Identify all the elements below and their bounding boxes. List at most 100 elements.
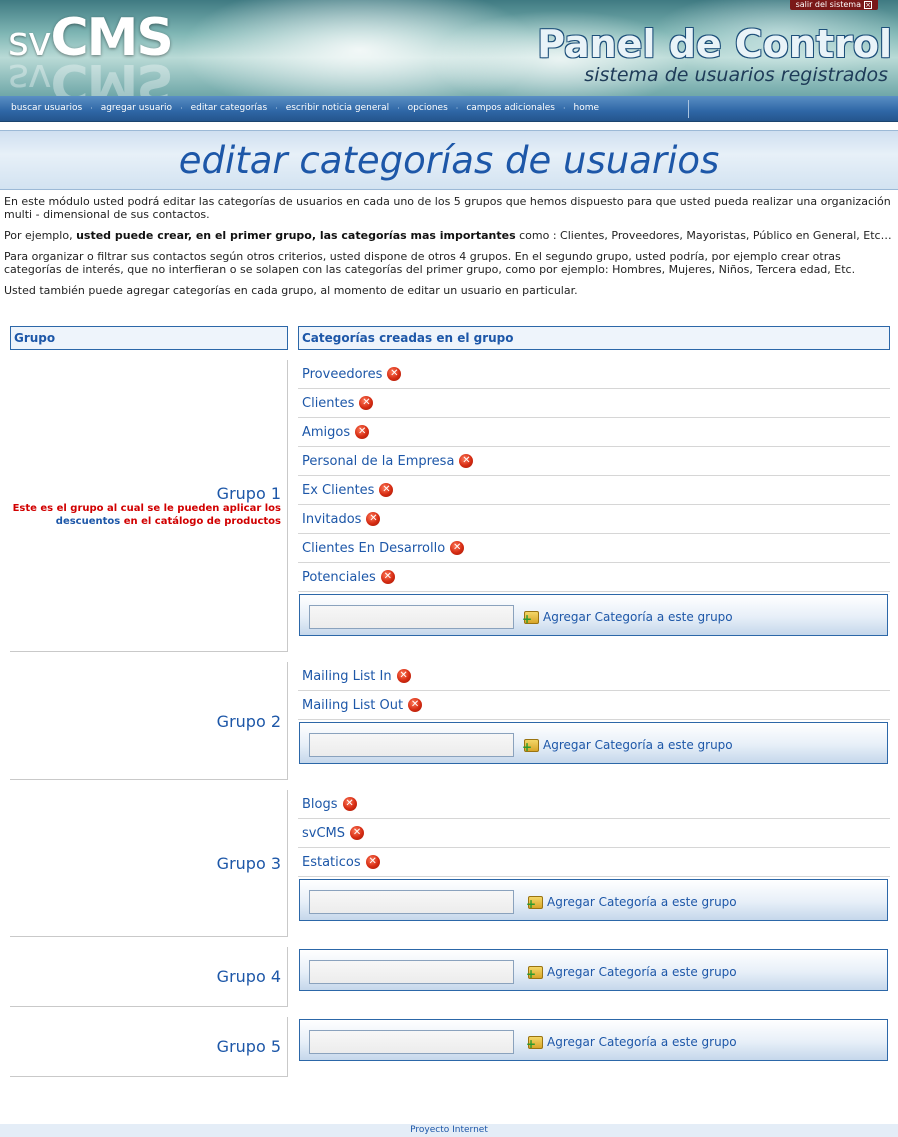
new-category-input[interactable] [309, 605, 514, 629]
group-note-text: en el catálogo de productos [120, 516, 281, 527]
delete-icon[interactable]: ✕ [366, 512, 381, 526]
new-category-input[interactable] [309, 960, 514, 984]
nav-item-agregar-usuario[interactable]: agregar usuario [101, 103, 172, 113]
add-category-box: Agregar Categoría a este grupo [299, 594, 888, 636]
category-row: Ex Clientes ✕ [298, 476, 890, 505]
category-name[interactable]: Potenciales [302, 570, 376, 585]
header: svCMS svCMS salir del sistema × Panel de … [0, 0, 898, 96]
category-name[interactable]: Estaticos [302, 855, 361, 870]
add-folder-icon [522, 738, 539, 753]
group-cell: Grupo 2 [10, 662, 288, 780]
delete-icon[interactable]: ✕ [396, 669, 411, 683]
close-icon: × [864, 1, 872, 9]
category-name[interactable]: Clientes [302, 396, 354, 411]
category-row: Clientes En Desarrollo ✕ [298, 534, 890, 563]
category-row: Amigos ✕ [298, 418, 890, 447]
category-name[interactable]: Mailing List In [302, 669, 392, 684]
category-row: Mailing List In ✕ [298, 662, 890, 691]
delete-icon[interactable]: ✕ [408, 698, 423, 712]
nav-separator: · [455, 103, 459, 113]
logout-button[interactable]: salir del sistema × [789, 0, 878, 10]
intro-paragraph: Usted también puede agregar categorías e… [4, 284, 578, 297]
delete-icon[interactable]: ✕ [342, 797, 357, 811]
category-name[interactable]: Amigos [302, 425, 350, 440]
intro-text-span: Por ejemplo, [4, 229, 77, 242]
category-name[interactable]: Clientes En Desarrollo [302, 541, 445, 556]
category-name[interactable]: Invitados [302, 512, 361, 527]
nav-separator: · [275, 103, 278, 113]
intro-paragraph: Para organizar o filtrar sus contactos s… [4, 250, 856, 276]
logout-label: salir del sistema [795, 0, 861, 9]
delete-icon[interactable]: ✕ [379, 483, 394, 497]
add-category-button[interactable]: Agregar Categoría a este grupo [526, 893, 737, 911]
panel-title: Panel de Control [537, 22, 892, 66]
nav-item-campos-adicionales[interactable]: campos adicionales [466, 103, 555, 113]
group-note: Este es el grupo al cual se le pueden ap… [5, 502, 281, 528]
nav-item-buscar-usuarios[interactable]: buscar usuarios [11, 103, 82, 113]
add-category-button[interactable]: Agregar Categoría a este grupo [526, 1033, 737, 1051]
nav-item-escribir-noticia[interactable]: escribir noticia general [286, 103, 389, 113]
category-name[interactable]: Proveedores [302, 367, 382, 382]
column-header-grupo: Grupo [10, 326, 288, 350]
add-category-label: Agregar Categoría a este grupo [543, 738, 733, 752]
nav-item-opciones[interactable]: opciones [408, 103, 448, 113]
panel-subtitle: sistema de usuarios registrados [584, 64, 888, 86]
nav-divider [688, 100, 689, 118]
category-row: Potenciales ✕ [298, 563, 890, 592]
add-category-label: Agregar Categoría a este grupo [547, 965, 737, 979]
delete-icon[interactable]: ✕ [380, 570, 395, 584]
group-name: Grupo 5 [216, 1037, 281, 1056]
delete-icon[interactable]: ✕ [450, 541, 465, 555]
group-cell: Grupo 3 [10, 790, 288, 937]
category-row: svCMS ✕ [298, 819, 890, 848]
category-name[interactable]: Personal de la Empresa [302, 454, 454, 469]
new-category-input[interactable] [309, 1030, 514, 1054]
category-name[interactable]: Blogs [302, 797, 338, 812]
intro-text: En este módulo usted podrá editar las ca… [4, 195, 896, 305]
nav-item-home[interactable]: home [574, 103, 600, 113]
add-category-label: Agregar Categoría a este grupo [543, 610, 733, 624]
add-folder-icon [526, 895, 543, 910]
intro-text-span: como : Clientes, Proveedores, Mayoristas… [515, 229, 892, 242]
category-row: Invitados ✕ [298, 505, 890, 534]
category-name[interactable]: svCMS [302, 826, 345, 841]
main-nav: buscar usuarios · agregar usuario · edit… [0, 96, 898, 122]
page-banner: editar categorías de usuarios [0, 130, 898, 190]
intro-bold-text: usted puede crear, en el primer grupo, l… [76, 229, 516, 242]
nav-item-editar-categorias[interactable]: editar categorías [191, 103, 268, 113]
category-row: Clientes ✕ [298, 389, 890, 418]
delete-icon[interactable]: ✕ [459, 454, 474, 468]
add-category-box: Agregar Categoría a este grupo [299, 879, 888, 921]
category-name[interactable]: Mailing List Out [302, 698, 403, 713]
add-folder-icon [522, 610, 539, 625]
column-header-categorias: Categorías creadas en el grupo [298, 326, 890, 350]
logo-reflection-sv: sv [8, 55, 51, 96]
add-category-button[interactable]: Agregar Categoría a este grupo [522, 736, 733, 754]
group-cell: Grupo 4 [10, 947, 288, 1007]
new-category-input[interactable] [309, 733, 514, 757]
category-name[interactable]: Ex Clientes [302, 483, 374, 498]
group-name: Grupo 4 [216, 967, 281, 986]
nav-separator: · [562, 103, 566, 113]
category-row: Proveedores ✕ [298, 360, 890, 389]
page-title: editar categorías de usuarios [178, 139, 720, 182]
add-category-label: Agregar Categoría a este grupo [547, 895, 737, 909]
nav-separator: · [397, 103, 400, 113]
delete-icon[interactable]: ✕ [387, 367, 402, 381]
intro-paragraph: Por ejemplo, usted puede crear, en el pr… [4, 229, 896, 242]
group-name: Grupo 1 [216, 484, 281, 503]
group-note-highlight: descuentos [55, 516, 121, 527]
nav-separator: · [90, 103, 93, 113]
delete-icon[interactable]: ✕ [365, 855, 380, 869]
logo-reflection: svCMS [8, 52, 172, 96]
delete-icon[interactable]: ✕ [359, 396, 374, 410]
intro-paragraph: En este módulo usted podrá editar las ca… [4, 195, 891, 221]
footer-link[interactable]: Proyecto Internet [410, 1125, 488, 1135]
delete-icon[interactable]: ✕ [355, 425, 370, 439]
logo-reflection-cms: CMS [50, 52, 172, 96]
delete-icon[interactable]: ✕ [350, 826, 365, 840]
add-category-button[interactable]: Agregar Categoría a este grupo [526, 963, 737, 981]
footer: Proyecto Internet [0, 1124, 898, 1137]
new-category-input[interactable] [309, 890, 514, 914]
add-category-button[interactable]: Agregar Categoría a este grupo [522, 608, 733, 626]
